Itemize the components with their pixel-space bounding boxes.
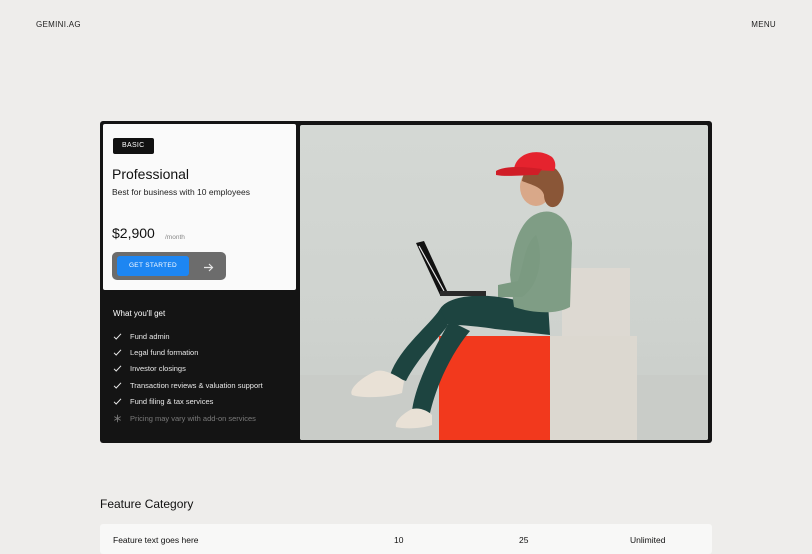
features-list: What you'll get Fund admin Legal fund fo… — [113, 309, 293, 426]
plan-subtitle: Best for business with 10 employees — [112, 187, 250, 197]
check-icon — [113, 349, 122, 356]
list-item: Fund admin — [113, 328, 293, 344]
person-with-laptop-illustration — [300, 152, 708, 440]
feature-label: Feature text goes here — [113, 535, 199, 545]
features-title: What you'll get — [113, 309, 166, 318]
feature-category-title: Feature Category — [100, 497, 194, 511]
plan-price: $2,900 — [112, 225, 155, 241]
list-item: Fund filing & tax services — [113, 394, 293, 410]
list-item: Transaction reviews & valuation support — [113, 377, 293, 393]
list-item: Investor closings — [113, 361, 293, 377]
pricing-card: BASIC Professional Best for business wit… — [100, 121, 712, 443]
basic-value: 10 — [394, 535, 404, 545]
pricing-note: Pricing may vary with add-on services — [130, 413, 256, 423]
menu-button[interactable]: MENU — [751, 20, 776, 29]
feature-label: Legal fund formation — [130, 348, 199, 358]
price-unit: /month — [165, 234, 185, 241]
check-icon — [113, 382, 122, 389]
plan-panel: BASIC Professional Best for business wit… — [103, 124, 296, 290]
feature-label: Investor closings — [130, 364, 186, 374]
plan-badge: BASIC — [113, 138, 154, 154]
get-started-group[interactable]: GET STARTED — [112, 252, 226, 280]
brand-logo[interactable]: GEMINI.AG — [36, 20, 81, 29]
asterisk-icon — [114, 414, 121, 422]
table-row: Feature text goes here 10 25 Unlimited — [100, 524, 712, 554]
check-icon — [113, 398, 122, 405]
feature-label: Fund filing & tax services — [130, 397, 214, 407]
check-icon — [113, 365, 122, 373]
check-icon — [113, 333, 122, 340]
enterprise-value: Unlimited — [630, 535, 666, 545]
hero-photo — [300, 125, 708, 440]
feature-label: Fund admin — [130, 331, 170, 341]
list-item: Legal fund formation — [113, 344, 293, 360]
get-started-button[interactable]: GET STARTED — [117, 256, 189, 276]
list-item: Pricing may vary with add-on services — [113, 410, 293, 426]
pro-value: 25 — [519, 535, 529, 545]
plan-title: Professional — [112, 166, 190, 182]
feature-label: Transaction reviews & valuation support — [130, 380, 263, 390]
arrow-right-icon[interactable] — [203, 260, 214, 278]
